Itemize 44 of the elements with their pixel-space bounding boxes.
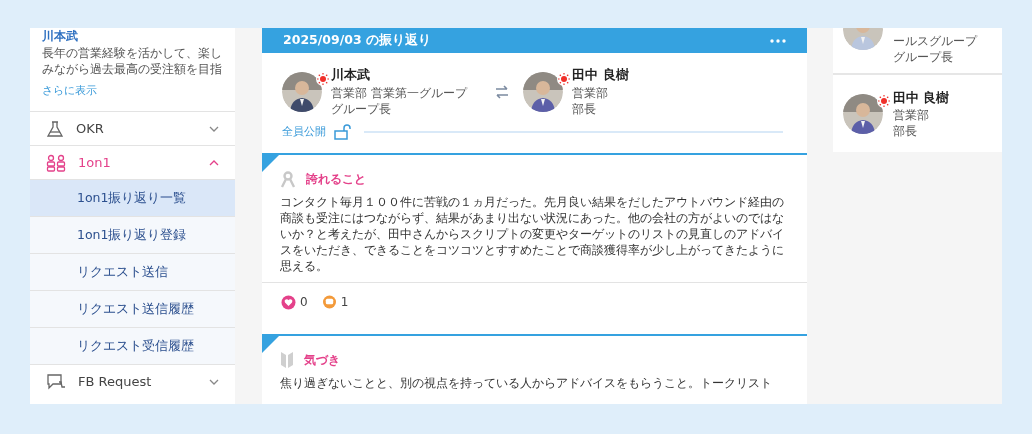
people-icon xyxy=(46,153,66,172)
participant-department: 営業部 xyxy=(572,85,609,101)
participant-role: 部長 xyxy=(572,101,597,117)
nav-subitem[interactable]: 1on1振り返り一覧 xyxy=(30,179,235,216)
sun-icon xyxy=(877,93,891,108)
flask-icon xyxy=(46,119,64,138)
comment-count: 1 xyxy=(340,294,349,311)
nav-item[interactable]: FB Request xyxy=(30,365,235,398)
section-title: 誇れること xyxy=(306,170,366,188)
participant-name: 川本武 xyxy=(331,66,371,84)
participant-role: グループ長 xyxy=(331,101,392,117)
ribbon-icon xyxy=(280,169,296,188)
sun-icon xyxy=(316,71,330,86)
comment-icon[interactable] xyxy=(321,294,337,310)
section-title: 気づき xyxy=(304,351,340,369)
chevron-down-icon xyxy=(209,378,219,385)
reflection-title: 2025/09/03 の振り返り xyxy=(283,31,432,50)
visibility-label: 全員公開 xyxy=(282,124,326,140)
member-detail: ールスグループ xyxy=(893,33,977,49)
member-detail: グループ長 xyxy=(893,49,954,65)
section-body: コンタクト毎月１００件に苦戦の１ヵ月だった。先月良い結果をだしたアウトバウンド経由の商談も受注にはつながらず、結果があまり出ない状況にあった。他の会社の方がよいのではないか？と考えたが、田中さんからスクリプトの変更やターゲットのリストの見直しのアドバイスをいただき、できることをコツコツとすすめたことで商談獲得率が少し上がってきたように思える。 xyxy=(280,193,785,274)
nav-subitem[interactable]: リクエスト送信 xyxy=(30,253,235,290)
member-detail: 部長 xyxy=(893,122,918,139)
nav-item[interactable]: OKR xyxy=(30,112,235,145)
nav-subitem[interactable]: 1on1振り返り登録 xyxy=(30,216,235,253)
beginner-mark-icon xyxy=(280,350,294,369)
sun-icon xyxy=(557,71,571,86)
participant-department: 営業部 営業第一グループ xyxy=(331,85,469,101)
nav-item[interactable]: 1on1 xyxy=(30,146,235,179)
chevron-down-icon xyxy=(209,125,219,132)
chevron-up-icon xyxy=(209,159,219,166)
nav-subitem[interactable]: リクエスト送信履歴 xyxy=(30,290,235,327)
more-icon[interactable] xyxy=(770,38,786,43)
member-detail: 営業部 xyxy=(893,106,930,123)
participant-name: 田中 良樹 xyxy=(572,66,630,84)
section-body: 焦り過ぎないことと、別の視点を持っている人からアドバイスをもらうこと。トークリスト xyxy=(280,374,773,391)
member-name: 田中 良樹 xyxy=(893,88,950,107)
profile-description: 長年の営業経験を活かして、楽しみながら過去最高の受注額を目指 xyxy=(42,45,223,77)
nav-subitem[interactable]: リクエスト受信履歴 xyxy=(30,327,235,364)
swap-icon xyxy=(495,84,509,99)
unlock-icon[interactable] xyxy=(334,124,352,141)
profile-name: 川本武 xyxy=(42,29,79,43)
like-count: 0 xyxy=(300,294,308,311)
chat-icon xyxy=(46,372,66,391)
